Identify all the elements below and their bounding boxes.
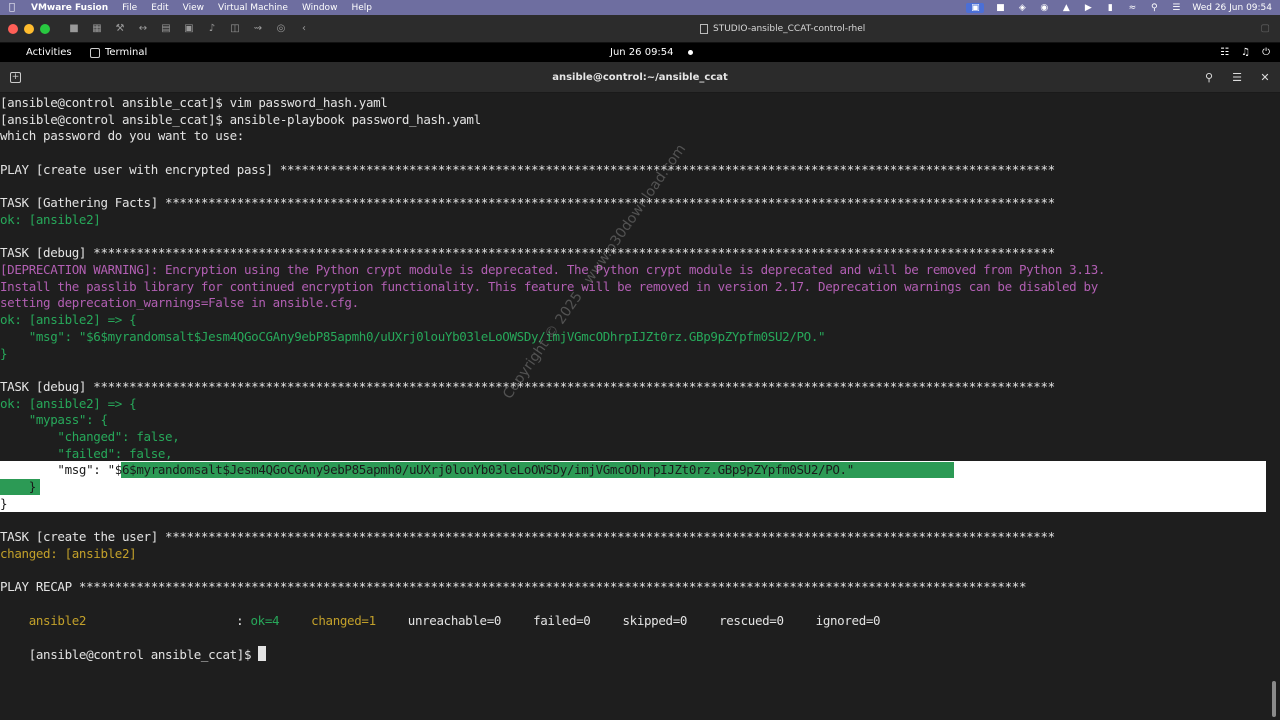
usb-icon[interactable]: ⇝ <box>252 23 264 34</box>
terminal-line: } <box>0 345 8 361</box>
terminal-line: PLAY [create user with encrypted pass] *… <box>0 161 1055 177</box>
network-wired-icon: ☷ <box>1220 47 1230 58</box>
terminal-line: TASK [create the user] *****************… <box>0 529 1055 545</box>
terminal-line: which password do you want to use: <box>0 128 244 144</box>
notification-dot-icon <box>687 50 693 55</box>
terminal-line: TASK [Gathering Facts] *****************… <box>0 195 1055 211</box>
terminal-line: setting deprecation_warnings=False in an… <box>0 295 359 311</box>
menu-view[interactable]: View <box>176 3 211 13</box>
vm-fullscreen-icon[interactable]: ▢ <box>1261 23 1270 34</box>
gnome-clock[interactable]: Jun 26 09:54 <box>610 47 693 58</box>
terminal-line: ok: [ansible2] => { <box>0 312 137 328</box>
close-icon[interactable]: ✕ <box>1258 71 1272 84</box>
app-menu-terminal[interactable]: Terminal <box>90 47 147 58</box>
recap-rescued: rescued=0 <box>719 612 784 628</box>
menu-help[interactable]: Help <box>344 3 379 13</box>
system-tray[interactable]: ☷ ♫ ⏻ <box>1220 47 1270 58</box>
sound-icon[interactable]: ♪ <box>206 23 218 34</box>
terminal-line: } <box>0 479 37 495</box>
app-menu: VMware Fusion File Edit View Virtual Mac… <box>24 3 379 13</box>
teams-icon[interactable]: ◈ <box>1016 3 1028 13</box>
menu-edit[interactable]: Edit <box>144 3 175 13</box>
terminal-line: "msg": "$6$myrandomsalt$Jesm4QGoCGAny9eb… <box>0 462 854 478</box>
terminal-line: [ansible@control ansible_ccat]$ ansible-… <box>0 111 481 127</box>
printer-icon[interactable]: ▣ <box>183 23 195 34</box>
recap-line: ansible2: ok=4 changed=1 unreachable=0 fail… <box>0 596 881 628</box>
terminal-header: + ansible@control:~/ansible_ccat ⚲ ☰ ✕ <box>0 62 1280 93</box>
vm-toolbar: ■ ▦ ⚒ ↔ ▤ ▣ ♪ ◫ ⇝ ◎ ‹ <box>68 23 310 34</box>
settings-wrench-icon[interactable]: ⚒ <box>114 23 126 34</box>
recap-ignored: ignored=0 <box>815 612 881 628</box>
gnome-top-bar: Activities Terminal Jun 26 09:54 ☷ ♫ ⏻ <box>0 43 1280 62</box>
menu-clock[interactable]: Wed 26 Jun 09:54 <box>1192 3 1272 13</box>
terminal-line: ok: [ansible2] <box>0 211 101 227</box>
vmware-window-bar: ■ ▦ ⚒ ↔ ▤ ▣ ♪ ◫ ⇝ ◎ ‹ STUDIO-ansible_CCA… <box>0 15 1280 43</box>
app-name: Terminal <box>105 47 148 58</box>
menu-file[interactable]: File <box>115 3 144 13</box>
menu-app-name[interactable]: VMware Fusion <box>24 3 115 13</box>
shell-prompt: [ansible@control ansible_ccat]$ <box>28 646 259 662</box>
minimize-window-button[interactable] <box>24 23 34 34</box>
recap-host: ansible2 <box>28 612 87 628</box>
terminal-line: } <box>0 495 8 511</box>
resize-icon[interactable]: ↔ <box>137 23 149 34</box>
suspend-icon[interactable]: ■ <box>68 23 80 34</box>
menu-virtual-machine[interactable]: Virtual Machine <box>211 3 295 13</box>
terminal-title: ansible@control:~/ansible_ccat <box>552 71 728 83</box>
vm-title: STUDIO-ansible_CCAT-control-rhel <box>700 15 865 43</box>
hamburger-menu-icon[interactable]: ☰ <box>1230 71 1244 84</box>
control-center-icon[interactable]: ☰ <box>1170 3 1182 13</box>
terminal-line: changed: [ansible2] <box>0 545 137 561</box>
status-menu: ▣ ■ ◈ ◉ ▲ ▶ ▮ ≈ ⚲ ☰ Wed 26 Jun 09:54 <box>966 2 1280 13</box>
terminal-output[interactable]: [ansible@control ansible_ccat]$ vim pass… <box>0 93 1280 720</box>
recap-ok: ok=4 <box>250 612 280 628</box>
chrome-icon[interactable]: ◉ <box>1038 3 1050 13</box>
terminal-line: "mypass": { <box>0 412 108 428</box>
apple-icon[interactable]:  <box>0 2 24 13</box>
macos-menu-bar:  VMware Fusion File Edit View Virtual M… <box>0 0 1280 15</box>
menu-window[interactable]: Window <box>295 3 345 13</box>
search-icon[interactable]: ⚲ <box>1202 71 1216 84</box>
terminal-header-buttons: ⚲ ☰ ✕ <box>1202 71 1272 84</box>
terminal-line: "failed": false, <box>0 445 173 461</box>
text-cursor <box>258 645 267 661</box>
terminal-line: PLAY RECAP *****************************… <box>0 579 1027 595</box>
gnome-date: Jun 26 09:54 <box>610 47 674 58</box>
search-icon[interactable]: ⚲ <box>1148 3 1160 13</box>
terminal-line: "msg": "$6$myrandomsalt$Jesm4QGoCGAny9eb… <box>0 328 826 344</box>
recap-changed: changed=1 <box>311 612 376 628</box>
play-icon[interactable]: ▶ <box>1082 3 1094 13</box>
screen-record-icon[interactable]: ▣ <box>966 2 985 13</box>
camera-icon[interactable]: ◫ <box>229 23 241 34</box>
recap-skipped: skipped=0 <box>622 612 688 628</box>
drive-icon[interactable]: ▤ <box>160 23 172 34</box>
wifi-icon[interactable]: ≈ <box>1126 3 1138 13</box>
terminal-icon <box>90 47 100 58</box>
battery-icon[interactable]: ▮ <box>1104 3 1116 13</box>
recap-sep: : <box>236 612 251 628</box>
terminal-line: Install the passlib library for continue… <box>0 278 1098 294</box>
close-window-button[interactable] <box>8 23 18 34</box>
vm-title-text: STUDIO-ansible_CCAT-control-rhel <box>713 24 866 34</box>
terminal-line: TASK [debug] ***************************… <box>0 245 1055 261</box>
terminal-line: ok: [ansible2] => { <box>0 395 137 411</box>
stop-record-icon[interactable]: ■ <box>994 3 1006 13</box>
terminal-line: [ansible@control ansible_ccat]$ vim pass… <box>0 95 388 110</box>
volume-icon: ♫ <box>1241 47 1251 58</box>
power-icon: ⏻ <box>1262 47 1270 58</box>
terminal-line: [DEPRECATION WARNING]: Encryption using … <box>0 262 1106 277</box>
network-icon[interactable]: ◎ <box>275 23 287 34</box>
back-chevron-icon[interactable]: ‹ <box>298 23 310 34</box>
terminal-line: "changed": false, <box>0 429 180 444</box>
vm-document-icon <box>700 24 708 34</box>
activities-button[interactable]: Activities <box>0 47 90 58</box>
zoom-window-button[interactable] <box>40 23 50 34</box>
window-controls <box>0 23 50 34</box>
prompt-line[interactable]: [ansible@control ansible_ccat]$ <box>0 629 267 662</box>
recap-failed: failed=0 <box>533 612 591 628</box>
snapshot-icon[interactable]: ▦ <box>91 23 103 34</box>
scrollbar[interactable] <box>1272 681 1276 717</box>
vpn-icon[interactable]: ▲ <box>1060 3 1072 13</box>
recap-unreachable: unreachable=0 <box>407 612 502 628</box>
